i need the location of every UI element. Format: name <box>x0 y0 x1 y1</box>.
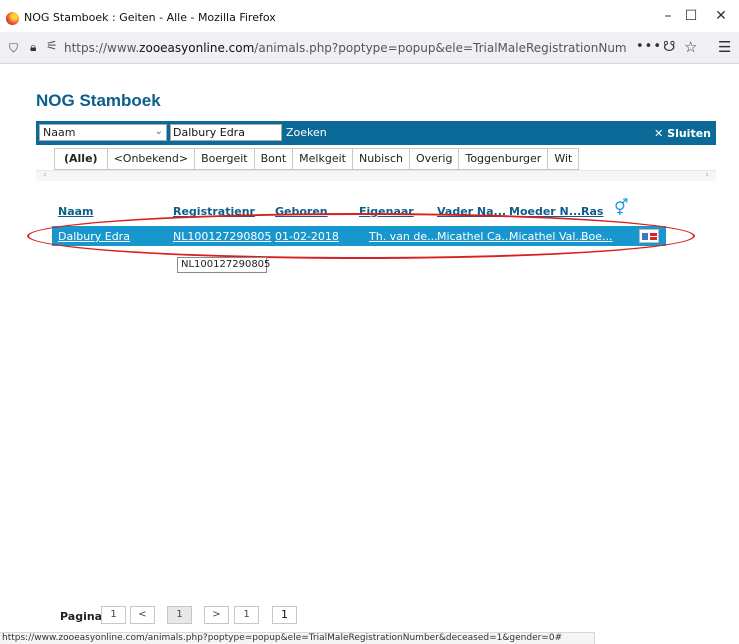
window-title: NOG Stamboek : Geiten - Alle - Mozilla F… <box>24 11 276 24</box>
tab-boergeit[interactable]: Boergeit <box>195 148 255 170</box>
tab-nubisch[interactable]: Nubisch <box>352 148 410 170</box>
search-toolbar: Naam ⌄ Dalbury Edra Zoeken ✕ Sluiten <box>36 121 716 145</box>
close-button[interactable]: ✕ Sluiten <box>654 127 711 140</box>
tab-overig[interactable]: Overig <box>409 148 460 170</box>
close-window-button[interactable]: ✕ <box>711 8 731 24</box>
breed-tabs-container: (Alle) <Onbekend> Boergeit Bont Melkgeit… <box>36 145 716 183</box>
lock-icon[interactable]: 🔒︎ <box>30 40 36 55</box>
tab-bont[interactable]: Bont <box>254 148 294 170</box>
goto-page-input[interactable]: 1 <box>272 606 297 624</box>
cell-ras[interactable]: Boe... <box>581 230 613 243</box>
address-bar: ⛉ 🔒︎ ⚟ https://www.zooeasyonline.com/ani… <box>0 32 739 64</box>
minimize-button[interactable]: – <box>658 8 678 24</box>
search-input[interactable]: Dalbury Edra <box>170 124 282 141</box>
cell-vader-naam[interactable]: Micathel Ca... <box>437 230 512 243</box>
firefox-icon <box>6 12 19 25</box>
bookmark-star-icon[interactable]: ☆ <box>684 38 697 56</box>
search-button[interactable]: Zoeken <box>286 126 327 139</box>
permissions-icon[interactable]: ⚟ <box>46 39 58 54</box>
column-vader-naam[interactable]: Vader Na... <box>437 205 506 218</box>
column-registratienr[interactable]: Registratienr <box>173 205 255 218</box>
tab-alle[interactable]: (Alle) <box>54 148 108 170</box>
search-field-select[interactable]: Naam ⌄ <box>39 124 167 141</box>
pocket-icon[interactable]: ☋ <box>663 39 675 55</box>
last-page-button[interactable]: 1 <box>234 606 259 624</box>
window-titlebar: NOG Stamboek : Geiten - Alle - Mozilla F… <box>0 0 739 32</box>
cell-naam[interactable]: Dalbury Edra <box>58 230 130 243</box>
cell-moeder-naam[interactable]: Micathel Val... <box>509 230 586 243</box>
cell-eigenaar[interactable]: Th. van de... <box>369 230 438 243</box>
first-page-button[interactable]: 1 <box>101 606 126 624</box>
page-title: NOG Stamboek <box>36 91 161 110</box>
scroll-right-icon[interactable]: › <box>705 170 709 180</box>
cell-geboren[interactable]: 01-02-2018 <box>275 230 339 243</box>
animal-card-icon[interactable] <box>639 229 659 243</box>
tab-melkgeit[interactable]: Melkgeit <box>293 148 353 170</box>
column-geboren[interactable]: Geboren <box>275 205 328 218</box>
chevron-down-icon: ⌄ <box>154 126 163 137</box>
tracking-shield-icon[interactable]: ⛉ <box>9 41 21 55</box>
column-naam[interactable]: Naam <box>58 205 94 218</box>
url-field[interactable]: https://www.zooeasyonline.com/animals.ph… <box>64 41 626 55</box>
tabs-scrollbar[interactable]: ‹ › <box>36 170 716 181</box>
tooltip: NL100127290805 <box>177 257 270 273</box>
prev-page-button[interactable]: < <box>130 606 155 624</box>
current-page-button[interactable]: 1 <box>167 606 192 624</box>
tab-toggenburger[interactable]: Toggenburger <box>459 148 549 170</box>
scroll-left-icon[interactable]: ‹ <box>43 170 47 180</box>
page-actions-icon[interactable]: ••• <box>636 39 662 54</box>
pagination-label: Pagina <box>60 610 103 623</box>
table-row[interactable]: Dalbury Edra NL100127290805 01-02-2018 T… <box>52 226 666 246</box>
cell-registratienr[interactable]: NL100127290805 <box>173 230 271 243</box>
search-field-value: Naam <box>43 126 76 139</box>
status-bar-url: https://www.zooeasyonline.com/animals.ph… <box>0 632 595 644</box>
column-eigenaar[interactable]: Eigenaar <box>359 205 414 218</box>
tab-onbekend[interactable]: <Onbekend> <box>107 148 196 170</box>
tab-wit[interactable]: Wit <box>548 148 580 170</box>
gender-icon[interactable]: ⚥ <box>614 198 628 217</box>
breed-tabs: (Alle) <Onbekend> Boergeit Bont Melkgeit… <box>54 148 580 172</box>
column-moeder-naam[interactable]: Moeder N... <box>509 205 581 218</box>
table-header: Naam Registratienr Geboren Eigenaar Vade… <box>52 198 672 219</box>
next-page-button[interactable]: > <box>204 606 229 624</box>
maximize-button[interactable]: ☐ <box>681 8 701 24</box>
hamburger-menu-icon[interactable]: ☰ <box>718 38 731 56</box>
column-ras[interactable]: Ras <box>581 205 603 218</box>
